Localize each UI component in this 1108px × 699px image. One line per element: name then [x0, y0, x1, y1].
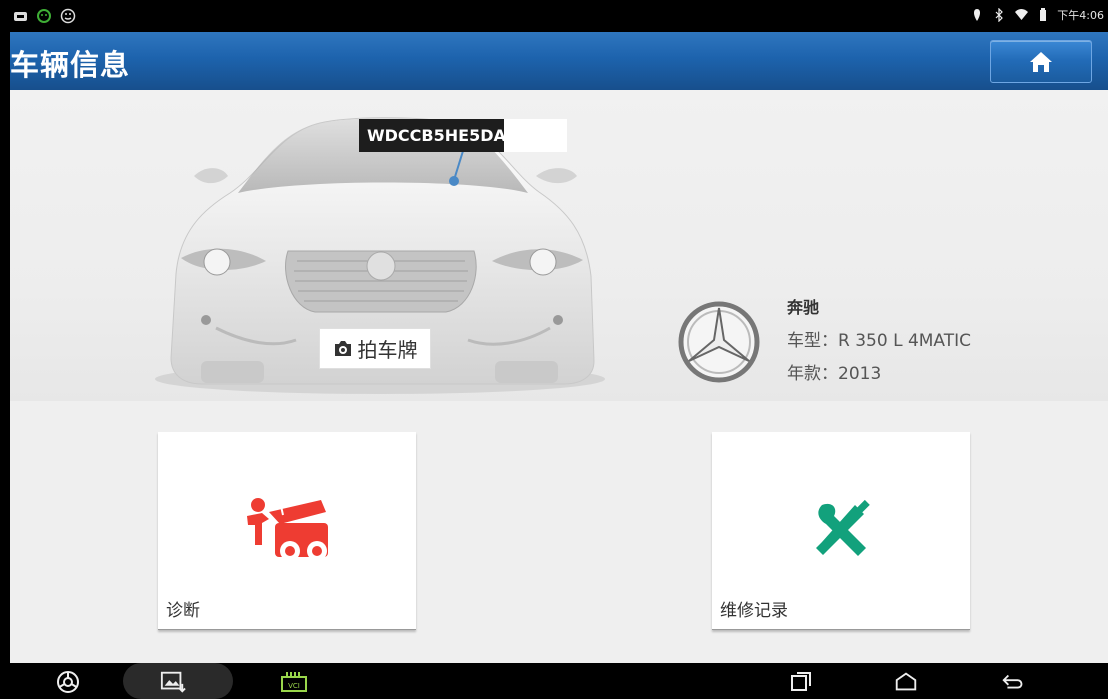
- gallery-button[interactable]: [160, 670, 186, 694]
- vehicle-model: 车型：R 350 L 4MATIC: [787, 331, 972, 351]
- vci-text: VCI: [288, 682, 300, 690]
- status-left-icons: [12, 8, 76, 24]
- status-right-icons: 下午4:06: [969, 7, 1104, 23]
- repair-record-label: 维修记录: [720, 601, 788, 621]
- back-button[interactable]: [1000, 670, 1026, 694]
- notification-icon: [12, 8, 28, 24]
- vci-icon: VCI: [281, 672, 307, 692]
- capture-plate-label: 拍车牌: [357, 338, 418, 362]
- vci-button[interactable]: VCI: [280, 670, 308, 694]
- vehicle-year: 年款：2013: [787, 364, 882, 384]
- diagnosis-icon: [247, 498, 328, 561]
- battery-icon: [1035, 7, 1051, 23]
- app-header: 车辆信息: [10, 32, 1108, 91]
- recent-apps-button[interactable]: [788, 670, 814, 694]
- smiley-icon: [60, 8, 76, 24]
- brand-name: 奔驰: [787, 298, 820, 317]
- vin-label: WDCCB5HE5DA: [359, 119, 567, 152]
- chrome-icon: [57, 671, 79, 693]
- bluetooth-icon: [991, 7, 1007, 23]
- diagnosis-card[interactable]: 诊断: [158, 432, 416, 630]
- capture-plate-button[interactable]: 拍车牌: [319, 328, 431, 369]
- vin-pointer: [449, 151, 464, 186]
- repair-record-icon: [816, 499, 870, 556]
- home-button[interactable]: [990, 40, 1092, 83]
- chrome-button[interactable]: [55, 670, 81, 694]
- android-icon: [36, 8, 52, 24]
- vin-text: WDCCB5HE5DA: [367, 126, 506, 145]
- status-time: 下午4:06: [1057, 9, 1104, 22]
- brand-info: 奔驰 车型：R 350 L 4MATIC 年款：2013: [677, 291, 971, 392]
- recent-apps-icon: [791, 672, 811, 691]
- status-bar: 下午4:06: [0, 0, 1108, 32]
- vin-redaction: [504, 119, 567, 152]
- home-nav-icon: [895, 672, 917, 691]
- home-icon: [1030, 51, 1052, 72]
- gallery-icon: [160, 671, 186, 693]
- repair-record-card[interactable]: 维修记录: [712, 432, 970, 630]
- vehicle-info-panel: WDCCB5HE5DA 拍车牌 奔驰 车型：R 350 L 4MATIC 年款：…: [10, 90, 1108, 401]
- camera-icon: [334, 341, 351, 356]
- diagnosis-label: 诊断: [166, 601, 200, 621]
- function-area: 诊断 维修记录: [10, 401, 1108, 663]
- android-navigation-bar: VCI: [0, 663, 1108, 699]
- brand-text: 奔驰 车型：R 350 L 4MATIC 年款：2013: [787, 294, 971, 392]
- page-title: 车辆信息: [10, 48, 131, 82]
- home-nav-button[interactable]: [893, 670, 919, 694]
- mercedes-logo: [678, 301, 760, 382]
- location-icon: [969, 7, 985, 23]
- back-icon: [1002, 674, 1023, 689]
- wifi-icon: [1013, 7, 1029, 23]
